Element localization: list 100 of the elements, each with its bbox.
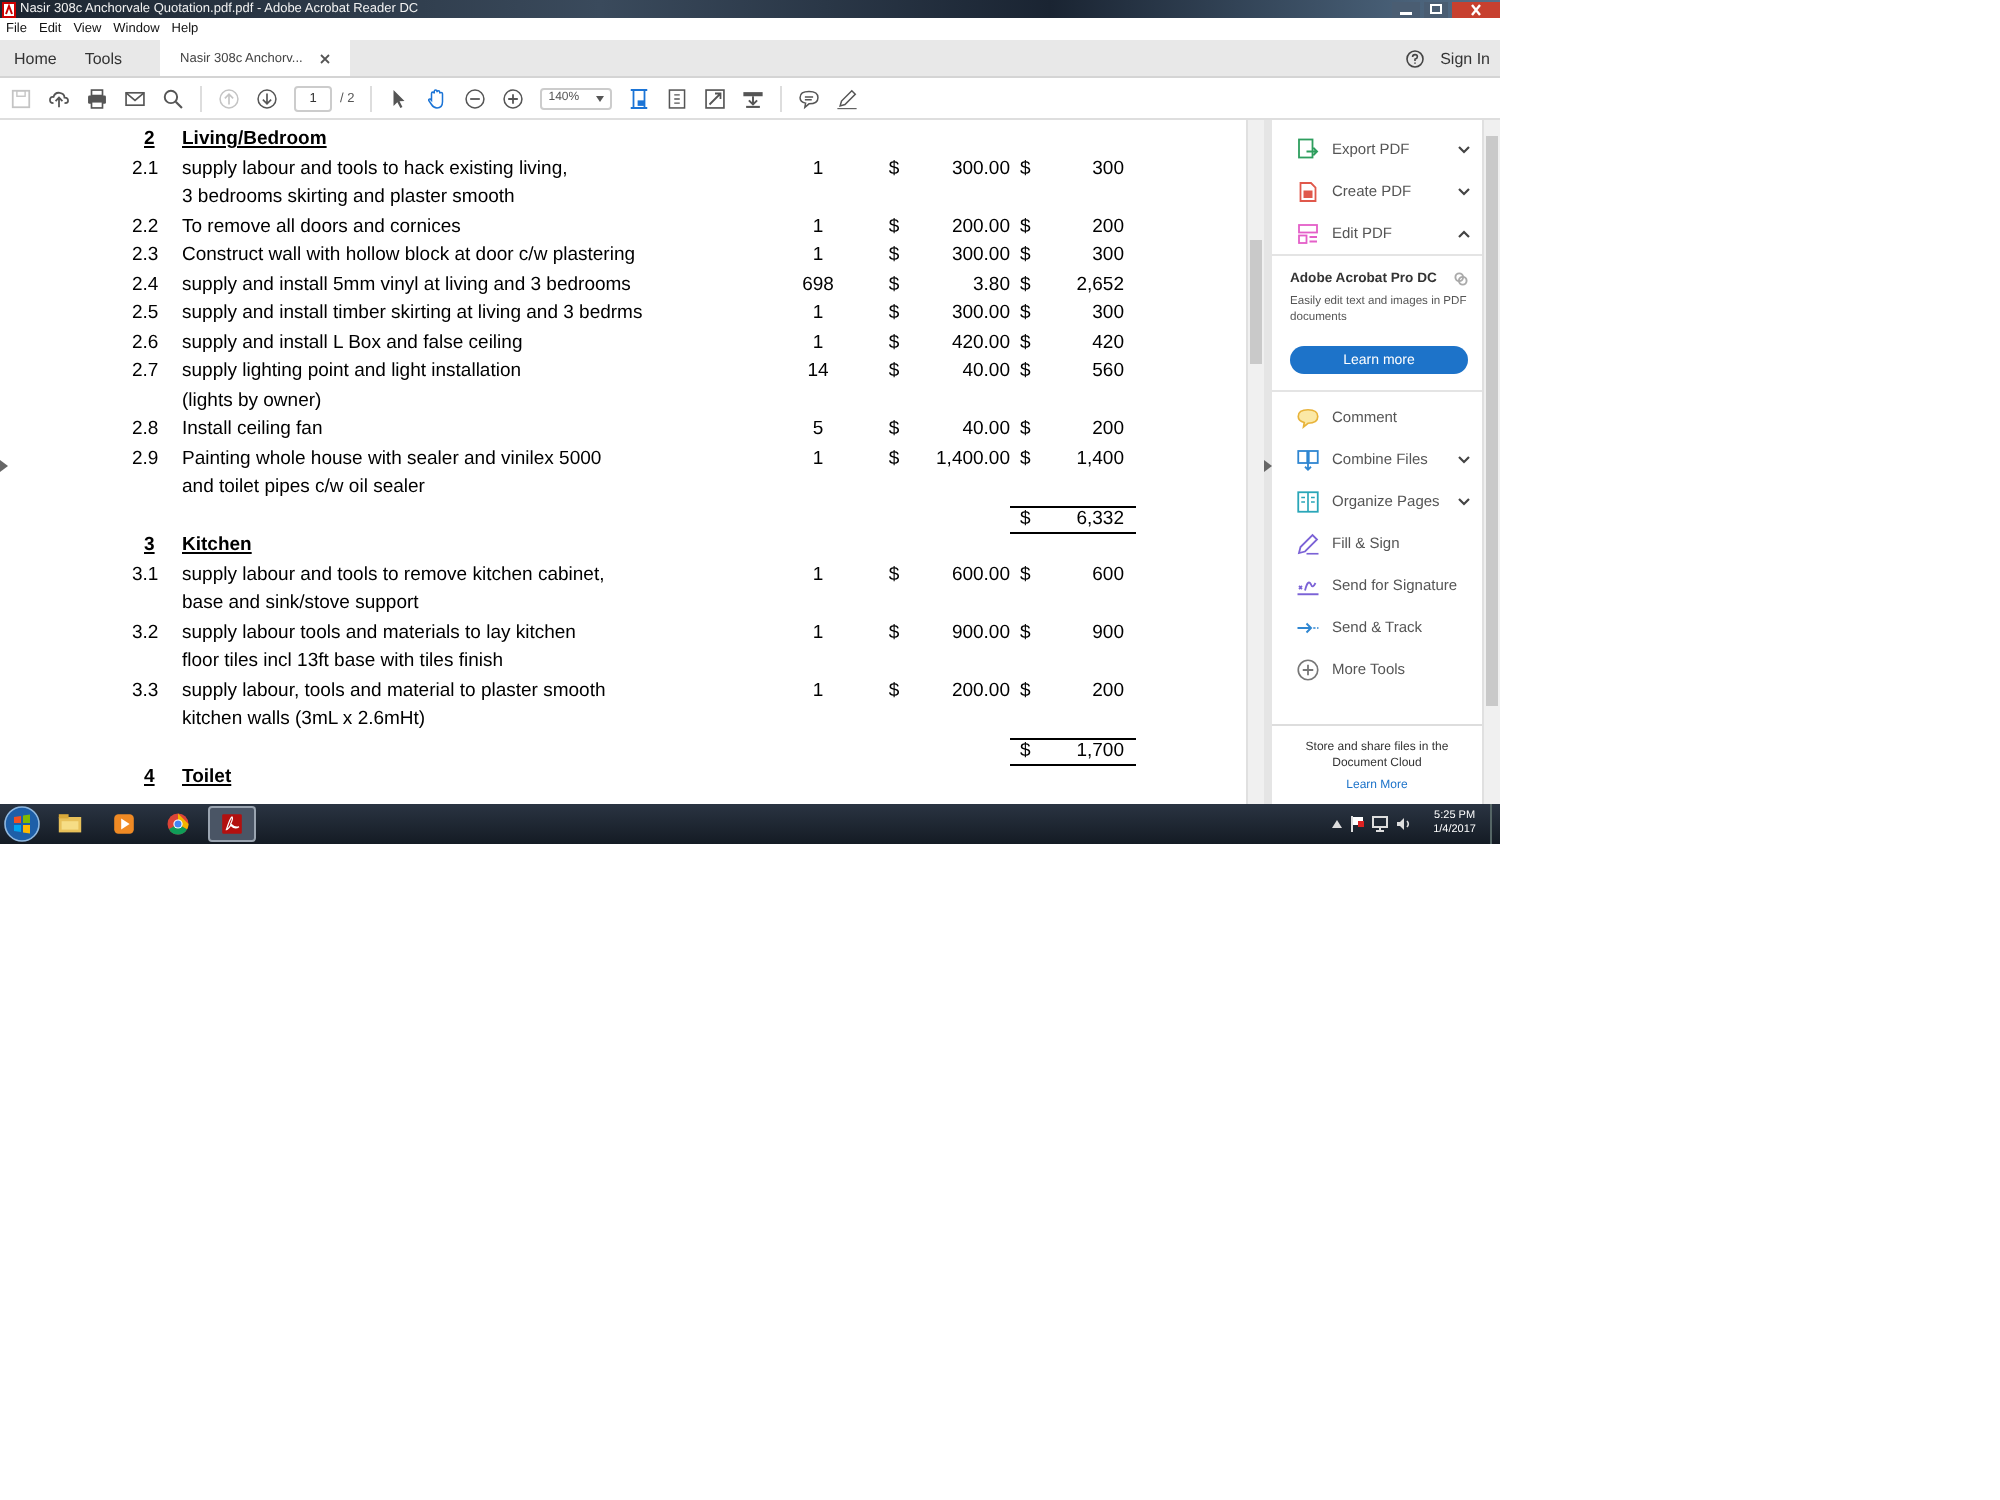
currency-symbol: $ — [1020, 677, 1033, 705]
unit-price: 600.00 — [949, 561, 1010, 589]
currency-symbol: $ — [1020, 445, 1033, 473]
item-description: Install ceiling fan — [182, 416, 325, 444]
item-number: 2.5 — [130, 300, 161, 328]
section-title: Kitchen — [182, 532, 252, 560]
currency-symbol: $ — [886, 271, 902, 299]
line-amount: 300 — [1090, 300, 1124, 328]
close-icon[interactable] — [1452, 1, 1500, 17]
currency-symbol: $ — [1020, 300, 1033, 328]
subtotal-amount: 1,700 — [1076, 739, 1124, 763]
quantity: 1 — [810, 445, 826, 473]
pen-icon[interactable] — [836, 87, 859, 109]
flag-icon[interactable] — [1349, 816, 1364, 832]
scrollbar[interactable] — [1482, 120, 1500, 804]
line-amount: 600 — [1090, 561, 1124, 589]
page-view-icon[interactable] — [666, 87, 689, 109]
hand-icon[interactable] — [426, 87, 449, 109]
item-description: supply and install 5mm vinyl at living and 3 bedrooms — [182, 271, 633, 299]
currency-symbol: $ — [1020, 213, 1033, 241]
currency-symbol: $ — [886, 358, 902, 386]
caret-up-icon[interactable] — [1331, 820, 1342, 828]
quantity: 1 — [810, 300, 826, 328]
currency-symbol: $ — [886, 445, 902, 473]
search-icon[interactable] — [162, 87, 184, 109]
zoom-out-icon[interactable] — [464, 87, 487, 109]
unit-price: 900.00 — [949, 619, 1010, 647]
item-number: 2.7 — [130, 358, 161, 386]
item-description: To remove all doors and cornices — [182, 213, 463, 241]
close-icon[interactable] — [320, 53, 331, 63]
zoom-in-icon[interactable] — [502, 87, 525, 109]
windows-start-icon[interactable] — [4, 806, 40, 842]
unit-price: 300.00 — [949, 242, 1010, 270]
subtotal-amount: 6,332 — [1076, 507, 1124, 531]
quantity: 1 — [810, 242, 826, 270]
link-icon — [1454, 272, 1468, 286]
quantity: 14 — [805, 358, 831, 386]
line-amount: 200 — [1090, 416, 1124, 444]
edit-pdf-icon — [1296, 221, 1320, 245]
item-description: Construct wall with hollow block at door c/w plastering — [182, 242, 638, 270]
item-number: 3.1 — [130, 561, 161, 589]
section-title: Living/Bedroom — [182, 126, 327, 154]
item-number: 3.3 — [130, 677, 161, 705]
chrome-icon — [164, 810, 192, 838]
combine-files-icon — [1296, 447, 1320, 471]
help-icon[interactable] — [1406, 49, 1425, 67]
quantity: 1 — [810, 155, 826, 183]
item-number: 2.9 — [130, 445, 161, 473]
currency-symbol: $ — [1020, 619, 1033, 647]
cloud-upload-icon[interactable] — [48, 87, 70, 109]
quantity: 1 — [810, 619, 826, 647]
line-amount: 2,652 — [1074, 271, 1124, 299]
currency-symbol: $ — [886, 619, 902, 647]
item-number: 2.6 — [130, 329, 161, 357]
network-icon[interactable] — [1371, 816, 1388, 832]
tab[interactable]: Tools — [70, 40, 137, 76]
unit-price: 200.00 — [949, 213, 1010, 241]
currency-symbol: $ — [886, 561, 902, 589]
quantity: 1 — [810, 677, 826, 705]
item-description: supply labour and tools to hack existing living, 3 bedrooms skirting and plaster smooth — [182, 155, 570, 212]
envelope-icon[interactable] — [124, 87, 146, 109]
section-number: 4 — [142, 764, 155, 792]
fit-page-icon[interactable] — [628, 87, 651, 109]
comment-icon — [1296, 405, 1320, 429]
currency-symbol: $ — [1020, 155, 1033, 183]
comment-icon[interactable] — [798, 87, 821, 109]
currency-symbol: $ — [1020, 271, 1033, 299]
currency-symbol: $ — [886, 329, 902, 357]
maximize-icon[interactable] — [1424, 1, 1448, 17]
scrollbar[interactable] — [1246, 120, 1264, 804]
unit-price: 200.00 — [949, 677, 1010, 705]
acrobat-icon — [218, 810, 246, 838]
line-amount: 300 — [1090, 242, 1124, 270]
down-arrow-circle-icon[interactable] — [256, 87, 278, 109]
section-title: Toilet — [182, 764, 232, 792]
item-number: 2.3 — [130, 242, 161, 270]
export-pdf-icon — [1296, 137, 1320, 161]
organize-pages-icon — [1296, 489, 1320, 513]
currency-symbol: $ — [1020, 507, 1031, 531]
speaker-icon[interactable] — [1395, 816, 1412, 832]
full-screen-icon[interactable] — [704, 87, 727, 109]
item-description: supply and install L Box and false ceiling — [182, 329, 525, 357]
item-number: 2.1 — [130, 155, 161, 183]
currency-symbol: $ — [1020, 329, 1033, 357]
tab[interactable]: Home — [0, 40, 71, 76]
currency-symbol: $ — [886, 213, 902, 241]
stamp-icon[interactable] — [742, 87, 765, 109]
item-number: 3.2 — [130, 619, 161, 647]
item-number: 2.2 — [130, 213, 161, 241]
panel-toggle-icon[interactable] — [0, 460, 8, 472]
section-number: 2 — [142, 126, 155, 154]
item-description: supply labour, tools and material to plaster smooth kitchen walls (3mL x 2.6mHt) — [182, 677, 608, 734]
unit-price: 300.00 — [949, 300, 1010, 328]
item-description: supply and install timber skirting at living and 3 bedrms — [182, 300, 645, 328]
printer-icon[interactable] — [86, 87, 108, 109]
section-number: 3 — [142, 532, 155, 560]
currency-symbol: $ — [1020, 416, 1033, 444]
line-amount: 300 — [1090, 155, 1124, 183]
sign-in-link[interactable]: Sign In — [1424, 40, 1500, 76]
quantity: 5 — [810, 416, 826, 444]
